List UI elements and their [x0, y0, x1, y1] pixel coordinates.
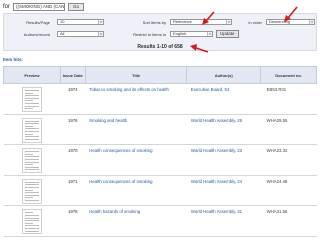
go-button[interactable]: Go — [68, 3, 85, 11]
search-for-label: for — [3, 4, 11, 10]
author-link[interactable]: Executive Board, 53 — [186, 83, 261, 115]
issue-date: 1971 — [60, 175, 86, 207]
document-preview-thumbnail[interactable] — [21, 148, 42, 174]
author-link[interactable]: World Health Assembly, 23 — [186, 144, 261, 176]
table-row: 1976 Smoking and health World Health Ass… — [3, 114, 317, 146]
update-button[interactable]: Update — [216, 30, 239, 38]
authors-record-label: Authors/record — [23, 32, 50, 37]
document-number: WHA23.32 — [260, 144, 317, 176]
table-row: 1974 Tobacco smoking and its effects on … — [3, 83, 317, 115]
chevron-down-icon: ▾ — [98, 20, 103, 24]
document-preview-thumbnail[interactable] — [21, 178, 42, 204]
item-title-link[interactable]: Health consequences of smoking — [85, 175, 187, 207]
sort-by-label: Sort items by — [142, 20, 166, 25]
language-value: English — [173, 31, 187, 36]
chevron-down-icon: ▾ — [98, 32, 103, 36]
header-title[interactable]: Title — [84, 66, 188, 84]
author-link[interactable]: World Health Assembly, 29 — [186, 114, 261, 146]
item-title-link[interactable]: Tobacco smoking and its effects on healt… — [85, 83, 187, 115]
filter-panel: Results/Page 10 ▾ Authors/record All ▾ S… — [3, 13, 317, 51]
document-number: WHA29.55 — [260, 114, 317, 146]
results-per-page-value: 10 — [60, 19, 65, 24]
table-header-row: Preview Issue Date Title Author(s) Docum… — [3, 66, 317, 84]
results-table: Preview Issue Date Title Author(s) Docum… — [3, 66, 317, 237]
item-hits-label: Item hits: — [3, 57, 24, 62]
chevron-down-icon: ▾ — [226, 20, 231, 24]
item-title-link[interactable]: Health consequences of smoking — [85, 144, 187, 176]
item-title-link[interactable]: Smoking and health — [85, 114, 187, 146]
results-count: Results 1-10 of 658 — [137, 44, 183, 50]
issue-date: 1970 — [60, 144, 86, 176]
document-number: EB53.R31 — [260, 83, 317, 115]
results-per-page-select[interactable]: 10 ▾ — [57, 19, 104, 25]
table-row: 1978 Health hazards of smoking World Hea… — [3, 205, 317, 237]
annotation-arrow-results — [190, 44, 209, 53]
order-label: in order — [248, 20, 262, 25]
chevron-down-icon: ▾ — [207, 32, 212, 36]
item-title-link[interactable]: Health hazards of smoking — [85, 205, 187, 237]
header-document-no[interactable]: Document no. — [260, 66, 317, 84]
table-row: 1971 Health consequences of smoking Worl… — [3, 175, 317, 207]
search-input[interactable]: ((SMOKING) AND (CANC — [13, 3, 66, 11]
search-bar: for ((SMOKING) AND (CANC Go — [3, 2, 85, 12]
sort-by-value: Relevance — [173, 19, 192, 24]
author-link[interactable]: World Health Assembly, 24 — [186, 175, 261, 207]
chevron-down-icon: ▾ — [309, 20, 314, 24]
document-preview-thumbnail[interactable] — [21, 209, 42, 235]
annotation-arrow-language — [202, 11, 215, 25]
table-row: 1970 Health consequences of smoking Worl… — [3, 144, 317, 176]
authors-record-value: All — [60, 31, 65, 36]
authors-record-select[interactable]: All ▾ — [57, 31, 104, 37]
document-number: WHA31.56 — [260, 205, 317, 237]
language-select[interactable]: English ▾ — [170, 31, 213, 37]
header-issue-date[interactable]: Issue Date — [59, 66, 86, 84]
results-per-page-label: Results/Page — [26, 20, 50, 25]
header-preview[interactable]: Preview — [3, 66, 61, 84]
document-preview-thumbnail[interactable] — [21, 87, 42, 112]
author-link[interactable]: World Health Assembly, 31 — [186, 205, 261, 237]
header-authors[interactable]: Author(s) — [186, 66, 262, 84]
annotation-arrow-order — [284, 6, 298, 22]
document-number: WHA24.48 — [260, 175, 317, 207]
document-preview-thumbnail[interactable] — [21, 117, 42, 143]
issue-date: 1974 — [60, 83, 86, 115]
issue-date: 1978 — [60, 205, 86, 237]
language-label: Restrict to items in — [133, 32, 166, 37]
issue-date: 1976 — [60, 114, 86, 146]
